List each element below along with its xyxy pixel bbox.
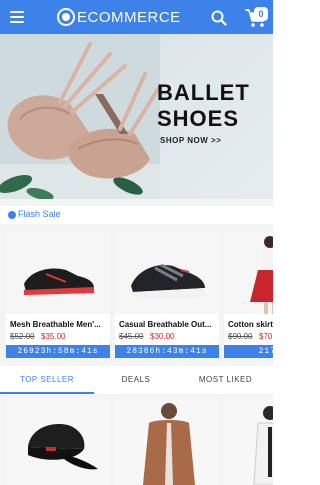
- logo-text: ECOMMERCE: [77, 8, 181, 26]
- product-card[interactable]: [6, 399, 110, 485]
- hamburger-icon[interactable]: [10, 10, 26, 24]
- app: ECOMMERCE 0 BALLET SHOES SHOP NOW >> Fla…: [0, 0, 273, 485]
- tab-deals[interactable]: DEALS: [94, 366, 178, 394]
- product-grid: [0, 399, 273, 485]
- red-skirt-model-image: [250, 236, 273, 314]
- product-image: [6, 232, 110, 314]
- white-outfit-model-image: [253, 406, 273, 485]
- logo-mark-icon: [57, 8, 75, 26]
- tab-top-seller[interactable]: TOP SELLER: [0, 366, 94, 394]
- logo[interactable]: ECOMMERCE: [57, 7, 181, 27]
- old-price: $45.00: [119, 332, 144, 341]
- banner-title-line1: BALLET: [157, 80, 250, 105]
- product-image: [224, 232, 273, 314]
- flash-sale-icon: [8, 211, 16, 219]
- flash-sale-card[interactable]: Cotton skirt $90.00 $70 21788h: [224, 232, 273, 358]
- product-card[interactable]: [115, 399, 219, 485]
- countdown-timer: 26923h:58m:41s: [6, 345, 110, 358]
- countdown-timer: 21788h: [224, 345, 273, 358]
- product-card[interactable]: [224, 399, 273, 485]
- active-tab-indicator: [0, 392, 94, 394]
- promo-banner[interactable]: BALLET SHOES SHOP NOW >>: [0, 34, 273, 199]
- brown-coat-model-image: [143, 403, 195, 485]
- sale-price: $35.00: [41, 332, 66, 341]
- flash-sale-label: Flash Sale: [18, 209, 61, 219]
- old-price: $90.00: [228, 332, 253, 341]
- ballet-shoes-image: [0, 34, 160, 199]
- top-bar: ECOMMERCE 0: [0, 0, 273, 34]
- product-name: Casual Breathable Out...: [119, 320, 212, 329]
- shop-now-link[interactable]: SHOP NOW >>: [160, 136, 221, 145]
- product-tabs: TOP SELLER DEALS MOST LIKED: [0, 366, 273, 394]
- old-price: $52.00: [10, 332, 35, 341]
- black-velcro-sneaker-image: [131, 263, 205, 300]
- black-cap-image: [28, 423, 98, 470]
- product-name: Mesh Breathable Men'...: [10, 320, 101, 329]
- flash-sale-card[interactable]: Casual Breathable Out... $45.00 $30.00 2…: [115, 232, 219, 358]
- search-icon[interactable]: [210, 9, 228, 27]
- sale-price: $30.00: [150, 332, 175, 341]
- banner-title-line2: SHOES: [157, 106, 240, 131]
- product-name: Cotton skirt: [228, 320, 273, 329]
- cart-count-badge: 0: [254, 7, 268, 21]
- flash-sale-carousel[interactable]: Mesh Breathable Men'... $52.00 $35.00 26…: [0, 232, 273, 358]
- sale-price: $70: [259, 332, 273, 341]
- product-image: [115, 232, 219, 314]
- flash-sale-card[interactable]: Mesh Breathable Men'... $52.00 $35.00 26…: [6, 232, 110, 358]
- black-red-sneaker-image: [24, 268, 94, 300]
- tab-most-liked[interactable]: MOST LIKED: [178, 366, 273, 394]
- flash-sale-header: Flash Sale: [0, 206, 273, 224]
- countdown-timer: 28386h:43m:41s: [115, 345, 219, 358]
